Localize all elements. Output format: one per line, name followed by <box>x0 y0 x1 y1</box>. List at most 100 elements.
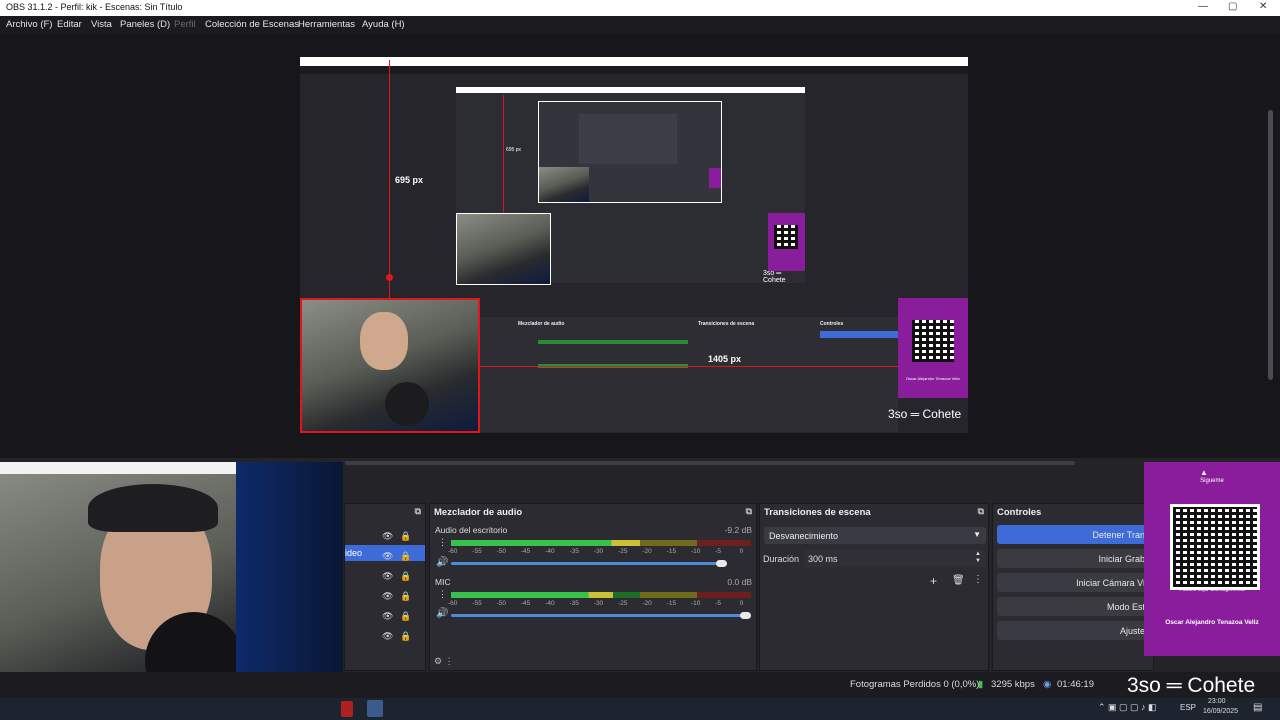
scale-tick: -20 <box>642 548 652 555</box>
nested-webcam-3 <box>539 167 589 202</box>
menu-ayuda[interactable]: Ayuda (H) <box>362 19 405 30</box>
mixer-popout-icon[interactable]: ⧉ <box>746 506 752 517</box>
audio-mixer-title: Mezclador de audio <box>434 507 523 518</box>
transitions-title: Transiciones de escena <box>764 507 871 518</box>
mixer-channel-1-name: Audio del escritorio <box>435 525 508 535</box>
nested-qr-code-2 <box>774 225 798 249</box>
mixer-channel-2-level <box>451 592 613 598</box>
nested-dock: Mezclador de audio Transiciones de escen… <box>480 317 898 432</box>
scale-tick: -55 <box>472 548 482 555</box>
nested-window-title-bar <box>300 57 968 66</box>
stop-stream-button[interactable]: Detener Tran <box>997 525 1149 544</box>
mixer-channel-1-scale: -60 -55 -50 -45 -40 -35 -30 -25 -20 -15 -10 -5 0 <box>448 548 764 555</box>
settings-button[interactable]: Ajuste <box>997 621 1149 640</box>
qr-overlay-code <box>1170 504 1260 590</box>
trash-icon[interactable]: 🗑 <box>952 575 965 586</box>
close-button[interactable]: ✕ <box>1259 1 1267 12</box>
webcam-mic-pop-filter <box>385 382 429 426</box>
scale-tick: -45 <box>520 600 531 607</box>
controls-title: Controles <box>997 507 1042 518</box>
start-virtual-camera-button[interactable]: Iniciar Cámara Vi <box>997 573 1149 592</box>
status-overlay-text: 3so ═ Cohete <box>1127 674 1256 697</box>
menu-coleccion-escenas[interactable]: Colección de Escenas <box>205 19 299 30</box>
webcam-face <box>360 312 408 370</box>
transitions-popout-icon[interactable]: ⧉ <box>978 506 984 517</box>
menu-perfil[interactable]: Perfil <box>174 19 196 30</box>
nested-qr-panel-2 <box>768 213 805 271</box>
scale-tick: -5 <box>715 548 722 555</box>
audio-mixer-head: Mezclador de audio ⧉ <box>430 504 756 520</box>
preview-vertical-scrollbar[interactable] <box>1268 110 1273 380</box>
scale-tick: -5 <box>715 600 722 607</box>
sources-popout-icon[interactable]: ⧉ <box>415 506 421 517</box>
transition-menu-icon[interactable]: ⋮ <box>973 574 983 585</box>
scale-tick: -10 <box>690 600 701 607</box>
transitions-head: Transiciones de escena ⧉ <box>760 504 988 520</box>
mixer-settings-icon[interactable]: ⚙ ⋮ <box>434 656 454 667</box>
menu-herramientas[interactable]: Herramientas <box>298 19 355 30</box>
taskbar: ⌃ ▣ ▢ ▢ ♪ ◧ ESP 23:00 16/09/2025 ▤ <box>0 698 1280 720</box>
menu-archivo[interactable]: Archivo (F) <box>6 19 52 30</box>
guide-handle[interactable] <box>386 274 393 281</box>
sources-panel: ⧉ ideo 👁 👁 👁 👁 👁 👁 🔒 🔒 🔒 🔒 🔒 🔒 <box>344 503 426 671</box>
scale-tick: -25 <box>618 600 628 607</box>
taskbar-app-icon-2[interactable] <box>367 700 383 717</box>
nested-overlay-text-2: 3so ═ Cohete <box>763 270 786 284</box>
scale-tick: -25 <box>618 548 628 555</box>
tray-time: 23:00 <box>1208 698 1226 705</box>
transition-select[interactable]: Desvanecimiento ▼ <box>764 527 986 544</box>
audio-mixer-panel: Mezclador de audio ⧉ Audio del escritorio… <box>429 503 757 671</box>
mixer-channel-1-volume-slider[interactable] <box>451 562 727 565</box>
controls-head: Controles <box>993 504 1153 520</box>
stepper-icon[interactable]: ▲ ▼ <box>975 551 981 565</box>
notification-icon[interactable]: ▤ <box>1253 702 1262 713</box>
status-bar: Fotogramas Perdidos 0 (0,0%) ▮ 3295 kbps… <box>0 672 1280 698</box>
preview-horizontal-scrollbar[interactable] <box>345 461 1075 465</box>
start-recording-button[interactable]: Iniciar Grab <box>997 549 1149 568</box>
overlay-text: 3so ═ Cohete <box>888 407 962 421</box>
duration-value: 300 ms <box>808 554 838 564</box>
menu-vista[interactable]: Vista <box>91 19 112 30</box>
webcam-cap <box>88 484 218 532</box>
scale-tick: -15 <box>666 548 677 555</box>
webcam-source-selected[interactable] <box>300 298 480 433</box>
preview-canvas[interactable]: 3so ═ Cohete 695 px Mezclador de audio T… <box>300 57 968 433</box>
qr-source[interactable]: Oscar Alejandro Tenazoa Veliz <box>898 298 968 398</box>
scale-tick: -30 <box>593 600 604 607</box>
source-row-label: ideo <box>345 548 363 558</box>
channel-1-menu-icon[interactable]: ⋮ <box>438 537 447 548</box>
mixer-channel-2-volume-slider[interactable] <box>451 614 751 617</box>
mixer-channel-2-volume-knob[interactable] <box>740 612 751 619</box>
nested-menu-bar <box>300 66 968 74</box>
minimize-button[interactable]: — <box>1198 1 1208 12</box>
scale-tick: -50 <box>496 548 506 555</box>
tray-icons[interactable]: ⌃ ▣ ▢ ▢ ♪ ◧ <box>1098 702 1157 713</box>
scale-tick: -60 <box>448 600 458 607</box>
nested-height-label: 695 px <box>506 147 522 153</box>
add-transition-button[interactable]: + <box>930 574 937 588</box>
menu-editar[interactable]: Editar <box>57 19 82 30</box>
width-guide-label: 1405 px <box>708 354 742 364</box>
mixer-channel-1-volume-knob[interactable] <box>716 560 727 567</box>
window-title: OBS 31.1.2 - Perfil: kik - Escenas: Sin … <box>6 2 183 12</box>
nested-title-bar-2 <box>456 87 805 93</box>
scale-tick: -40 <box>545 600 555 607</box>
duration-label: Duración <box>763 554 800 564</box>
studio-mode-button[interactable]: Modo Est <box>997 597 1149 616</box>
maximize-button[interactable]: ▢ <box>1228 1 1237 12</box>
tray-lang[interactable]: ESP <box>1180 703 1196 712</box>
speaker-icon-2[interactable]: 🔊 <box>436 608 448 619</box>
mixer-channel-1-meter <box>451 540 751 546</box>
speaker-icon-1[interactable]: 🔊 <box>436 557 448 568</box>
stream-icon: ◉ <box>1043 679 1052 690</box>
qr-code <box>912 320 954 362</box>
nested-transitions-title: Transiciones de escena <box>698 321 755 327</box>
channel-2-menu-icon[interactable]: ⋮ <box>438 589 447 600</box>
nested-meter-1 <box>538 340 688 344</box>
duration-input[interactable]: 300 ms ▲ ▼ <box>804 550 986 567</box>
visibility-icons[interactable]: 👁 👁 👁 👁 👁 👁 <box>382 526 393 646</box>
lock-icons[interactable]: 🔒 🔒 🔒 🔒 🔒 🔒 <box>400 526 411 646</box>
qr-overlay-card: ▲ Sigueme Puedes dejar una sugerencia Os… <box>1144 462 1280 656</box>
taskbar-app-icon-1[interactable] <box>341 701 353 717</box>
menu-paneles[interactable]: Paneles (D) <box>120 19 170 30</box>
